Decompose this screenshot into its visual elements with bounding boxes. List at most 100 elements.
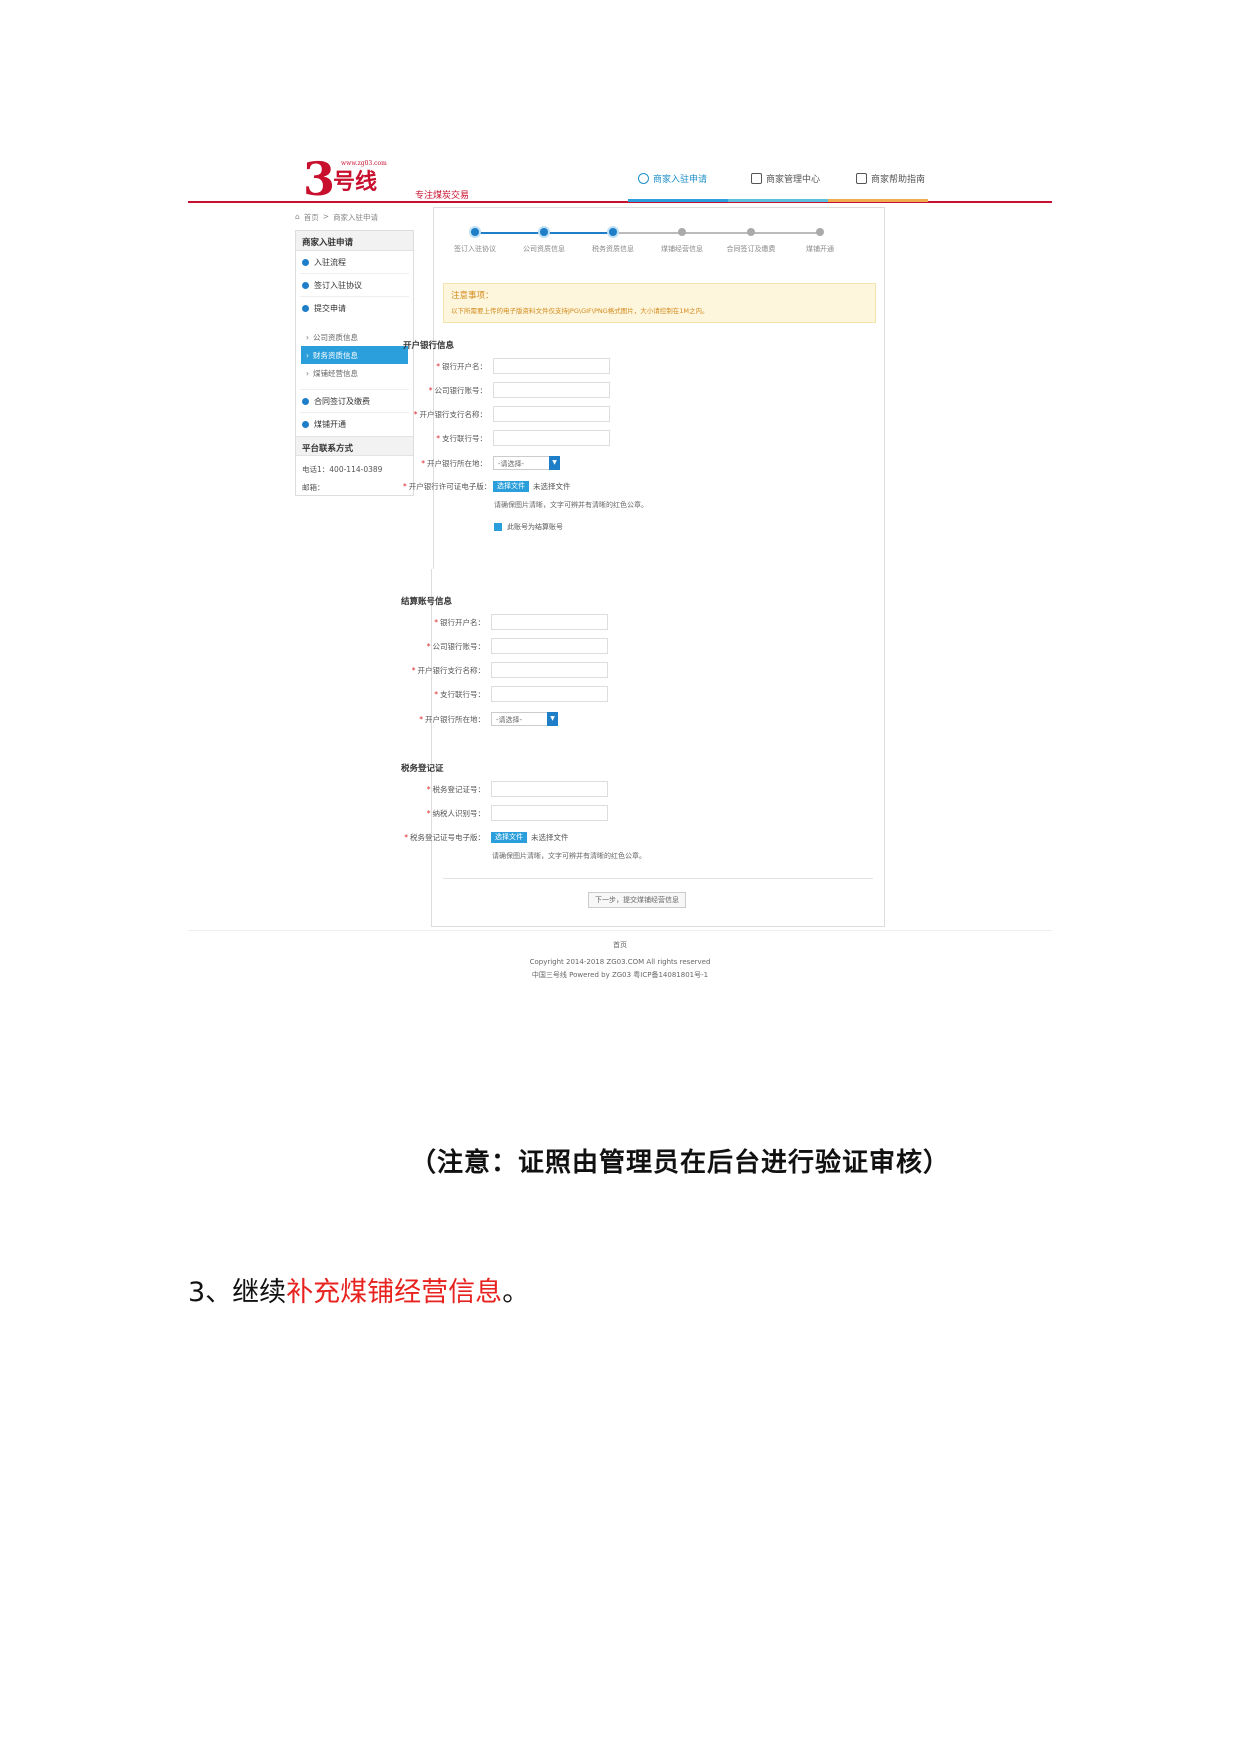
sidebar-item-agreement[interactable]: 签订入驻协议 — [300, 274, 409, 297]
checkbox-label: 此账号为结算账号 — [507, 523, 563, 531]
sidebar-sub-label: 公司资质信息 — [313, 332, 358, 342]
nav-underline-help — [828, 199, 928, 202]
step-label: 税务资质信息 — [592, 245, 634, 253]
file-status: 未选择文件 — [531, 832, 569, 842]
sidebar-sub-label: 煤铺经营信息 — [313, 368, 358, 378]
notice-box: 注意事项： 以下所需要上传的电子版资料文件仅支持JPG\GIF\PNG格式图片，… — [443, 283, 876, 323]
field-label: 开户银行所在地： — [425, 714, 485, 724]
tax-cert-number-row: * 税务登记证号： — [401, 781, 608, 797]
nav-merchant-help[interactable]: 商家帮助指南 — [856, 168, 925, 188]
sidebar-item-label: 签订入驻协议 — [314, 280, 362, 290]
step-label: 合同签订及缴费 — [726, 245, 776, 253]
select-value: -请选择- — [498, 460, 525, 468]
field-label: 税务登记证号： — [432, 784, 486, 794]
bank-region-row: * 开户银行所在地： -请选择- ▼ — [403, 455, 560, 471]
step-dot — [471, 228, 479, 236]
monitor-icon — [751, 172, 762, 184]
step-dot — [540, 228, 548, 236]
field-label: 税务登记证号电子版： — [410, 832, 485, 842]
field-label: 支行联行号： — [440, 689, 485, 699]
bullet-icon — [302, 281, 309, 289]
settle-branch-name-row: * 开户银行支行名称： — [401, 662, 608, 678]
settle-account-number-input[interactable] — [491, 638, 608, 654]
bank-account-name-input[interactable] — [493, 358, 610, 374]
contact-title: 平台联系方式 — [296, 436, 413, 456]
bank-account-number-input[interactable] — [493, 382, 610, 398]
settlement-checkbox[interactable]: 此账号为结算账号 — [494, 522, 563, 532]
settle-branch-code-input[interactable] — [491, 686, 608, 702]
book-icon — [856, 172, 867, 184]
nav-label: 商家帮助指南 — [871, 174, 926, 185]
home-icon[interactable]: ⌂ — [295, 212, 300, 223]
nav-underline-apply — [628, 199, 728, 202]
verification-note: （注意：证照由管理员在后台进行验证审核） — [410, 1148, 951, 1178]
field-label: 开户银行许可证电子版： — [408, 481, 492, 491]
step-dot — [816, 228, 824, 236]
step-label: 签订入驻协议 — [454, 245, 496, 253]
bank-region-select[interactable]: -请选择- ▼ — [493, 456, 560, 470]
sidebar-sub-company[interactable]: › 公司资质信息 — [296, 328, 413, 346]
sidebar-item-open[interactable]: 煤铺开通 — [300, 413, 409, 436]
sidebar-sub-finance[interactable]: › 财务资质信息 — [301, 346, 408, 364]
nav-label: 商家入驻申请 — [653, 174, 708, 185]
step-2: 公司资质信息 — [509, 228, 579, 254]
step-3: 税务资质信息 — [578, 228, 648, 254]
logo-brand: 号线 — [333, 169, 378, 195]
site-logo[interactable]: 3 www.zg03.com 号线 专注煤炭交易 — [303, 156, 473, 202]
taxpayer-id-input[interactable] — [491, 805, 608, 821]
step-5: 合同签订及缴费 — [716, 228, 786, 254]
chevron-down-icon: ▼ — [549, 456, 560, 470]
settle-account-number-row: * 公司银行账号： — [401, 638, 608, 654]
settle-section-title: 结算账号信息 — [401, 597, 453, 607]
settle-branch-code-row: * 支行联行号： — [401, 686, 608, 702]
bullet-icon — [302, 305, 309, 312]
nav-merchant-center[interactable]: 商家管理中心 — [751, 168, 820, 188]
field-label: 纳税人识别号： — [432, 808, 486, 818]
next-step-button[interactable]: 下一步，提交煤铺经营信息 — [588, 892, 686, 908]
select-value: -请选择- — [496, 716, 523, 724]
breadcrumb-home[interactable]: 首页 — [304, 212, 319, 223]
settle-branch-name-input[interactable] — [491, 662, 608, 678]
breadcrumb-current: 商家入驻申请 — [333, 213, 379, 222]
bank-branch-code-input[interactable] — [493, 430, 610, 446]
instruction-paragraph: 3、继续补充煤铺经营信息。 — [188, 1270, 529, 1309]
sidebar-item-process[interactable]: 入驻流程 — [300, 251, 409, 274]
bank-branch-name-row: * 开户银行支行名称： — [403, 406, 610, 422]
step-label: 公司资质信息 — [523, 245, 565, 253]
breadcrumb-separator: > — [322, 212, 330, 221]
field-label: 公司银行账号： — [434, 385, 488, 395]
tax-cert-number-input[interactable] — [491, 781, 608, 797]
field-label: 开户银行支行名称： — [417, 665, 486, 675]
footer-divider — [188, 930, 1052, 931]
sidebar-sub-shop[interactable]: › 煤铺经营信息 — [296, 364, 413, 382]
field-label: 支行联行号： — [442, 433, 487, 443]
sidebar-title: 商家入驻申请 — [296, 231, 413, 251]
bank-branch-name-input[interactable] — [493, 406, 610, 422]
sidebar-item-submit[interactable]: 提交申请 — [300, 297, 409, 320]
field-label: 公司银行账号： — [432, 641, 486, 651]
settle-region-select[interactable]: -请选择- ▼ — [491, 712, 558, 726]
logo-slogan: 专注煤炭交易 — [415, 191, 470, 201]
logo-number: 3 — [303, 152, 336, 206]
step-dot — [747, 228, 755, 236]
top-nav: 商家入驻申请 商家管理中心 商家帮助指南 — [638, 168, 963, 188]
footer-home-link[interactable]: 首页 — [188, 940, 1052, 950]
bank-branch-code-row: * 支行联行号： — [403, 430, 610, 446]
bullet-icon — [302, 258, 309, 266]
settle-account-name-input[interactable] — [491, 614, 608, 630]
bullet-icon — [302, 397, 309, 405]
para-prefix: 3、继续 — [188, 1277, 287, 1308]
footer-copyright: Copyright 2014-2018 ZG03.COM All rights … — [529, 958, 711, 966]
checkbox-icon — [494, 523, 502, 531]
bank-license-hint: 请确保图片清晰，文字可辨并有清晰的红色公章。 — [494, 501, 648, 509]
step-label: 煤铺经营信息 — [661, 245, 703, 253]
sidebar-item-label: 入驻流程 — [314, 257, 346, 267]
tax-cert-file-button[interactable]: 选择文件 — [491, 831, 527, 843]
bank-section-title: 开户银行信息 — [403, 341, 455, 351]
sidebar: 商家入驻申请 入驻流程 签订入驻协议 提交申请 › 公司资质信息 › 财务资质信息 … — [295, 230, 414, 496]
sidebar-item-contract[interactable]: 合同签订及缴费 — [300, 390, 409, 413]
sidebar-item-label: 提交申请 — [314, 304, 346, 313]
bank-license-file-button[interactable]: 选择文件 — [493, 480, 529, 492]
nav-merchant-apply[interactable]: 商家入驻申请 — [638, 168, 707, 188]
step-dot — [609, 228, 617, 236]
